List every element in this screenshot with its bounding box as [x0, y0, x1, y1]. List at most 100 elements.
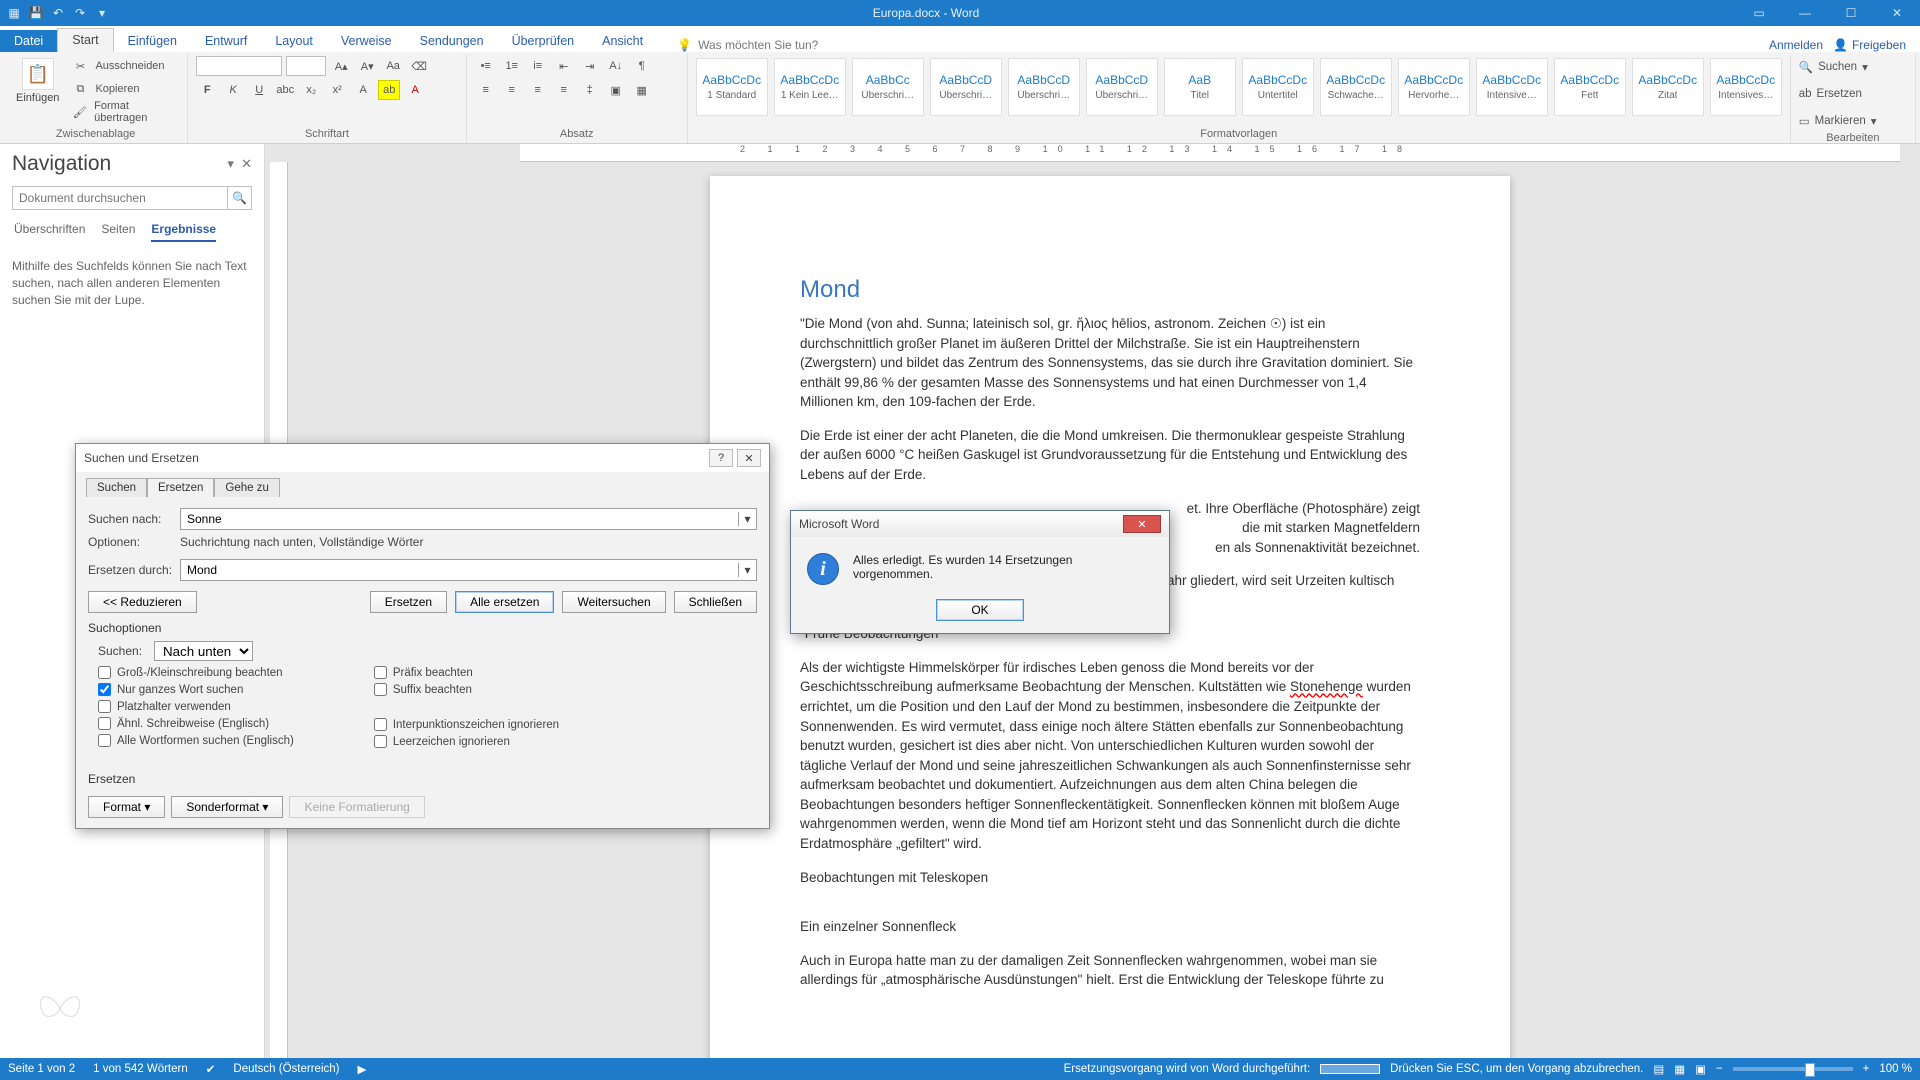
chk-match-case[interactable]: Groß-/Kleinschreibung beachten [98, 666, 294, 679]
shading-icon[interactable]: ▣ [605, 80, 627, 100]
size-combo[interactable] [286, 56, 326, 76]
status-page[interactable]: Seite 1 von 2 [8, 1063, 75, 1075]
nav-dropdown-icon[interactable]: ▾ [227, 156, 234, 171]
bold-icon[interactable]: F [196, 80, 218, 100]
style-item[interactable]: AaBbCcDcHervorhe… [1398, 58, 1470, 116]
style-item[interactable]: AaBbCcDcSchwache… [1320, 58, 1392, 116]
multilevel-icon[interactable]: i≡ [527, 56, 549, 76]
chk-sounds-like[interactable]: Ähnl. Schreibweise (Englisch) [98, 717, 294, 730]
align-left-icon[interactable]: ≡ [475, 80, 497, 100]
tab-insert[interactable]: Einfügen [114, 30, 191, 52]
grow-font-icon[interactable]: A▴ [330, 56, 352, 76]
tab-design[interactable]: Entwurf [191, 30, 261, 52]
style-item[interactable]: AaBbCcDcIntensives… [1710, 58, 1782, 116]
style-item[interactable]: AaBbCcDc1 Kein Lee… [774, 58, 846, 116]
tab-find-dlg[interactable]: Suchen [86, 478, 147, 497]
font-color-icon[interactable]: A [404, 80, 426, 100]
style-item[interactable]: AaBTitel [1164, 58, 1236, 116]
replace-input[interactable] [181, 563, 738, 577]
zoom-out-icon[interactable]: − [1716, 1063, 1723, 1075]
close-button[interactable]: Schließen [674, 591, 757, 613]
find-button[interactable]: 🔍Suchen▾ [1799, 56, 1868, 77]
nav-search[interactable]: 🔍 [12, 186, 252, 210]
tab-goto-dlg[interactable]: Gehe zu [214, 478, 279, 497]
justify-icon[interactable]: ≡ [553, 80, 575, 100]
style-gallery[interactable]: AaBbCcDc1 StandardAaBbCcDc1 Kein Lee… AaB… [696, 56, 1782, 118]
chk-wildcards[interactable]: Platzhalter verwenden [98, 700, 294, 713]
style-item[interactable]: AaBbCcDcZitat [1632, 58, 1704, 116]
style-item[interactable]: AaBbCcDcIntensive… [1476, 58, 1548, 116]
tab-mailings[interactable]: Sendungen [406, 30, 498, 52]
replace-button-dlg[interactable]: Ersetzen [370, 591, 447, 613]
text-effects-icon[interactable]: A [352, 80, 374, 100]
copy-button[interactable]: ⧉Kopieren [69, 79, 179, 99]
maximize-icon[interactable]: ☐ [1828, 0, 1874, 26]
tab-file[interactable]: Datei [0, 30, 57, 52]
style-item[interactable]: AaBbCcDc1 Standard [696, 58, 768, 116]
undo-icon[interactable]: ↶ [50, 5, 66, 21]
change-case-icon[interactable]: Aa [382, 56, 404, 76]
cut-button[interactable]: ✂Ausschneiden [69, 56, 179, 76]
nav-close-icon[interactable]: ✕ [241, 156, 252, 171]
help-icon[interactable]: ? [709, 449, 733, 467]
view-web-icon[interactable]: ▣ [1695, 1062, 1706, 1076]
close-window-icon[interactable]: ✕ [1874, 0, 1920, 26]
zoom-slider[interactable] [1733, 1067, 1853, 1071]
replace-button[interactable]: abErsetzen [1799, 83, 1862, 104]
tab-replace-dlg[interactable]: Ersetzen [147, 478, 214, 497]
select-button[interactable]: ▭Markieren▾ [1799, 110, 1877, 131]
chk-ignore-whitespace[interactable]: Leerzeichen ignorieren [374, 735, 559, 748]
clear-format-icon[interactable]: ⌫ [408, 56, 430, 76]
underline-icon[interactable]: U [248, 80, 270, 100]
sign-in[interactable]: Anmelden [1769, 38, 1823, 52]
msgbox-titlebar[interactable]: Microsoft Word ✕ [791, 511, 1169, 537]
find-next-button[interactable]: Weitersuchen [562, 591, 665, 613]
chk-word-forms[interactable]: Alle Wortformen suchen (Englisch) [98, 734, 294, 747]
tab-references[interactable]: Verweise [327, 30, 406, 52]
line-spacing-icon[interactable]: ‡ [579, 80, 601, 100]
paste-button[interactable]: 📋 Einfügen [12, 56, 63, 106]
nav-search-input[interactable] [13, 191, 227, 205]
style-item[interactable]: AaBbCcDcFett [1554, 58, 1626, 116]
view-print-icon[interactable]: ▦ [1674, 1062, 1685, 1076]
increase-indent-icon[interactable]: ⇥ [579, 56, 601, 76]
style-item[interactable]: AaBbCcDÜberschri… [930, 58, 1002, 116]
ribbon-display-icon[interactable]: ▭ [1736, 0, 1782, 26]
chk-suffix[interactable]: Suffix beachten [374, 683, 559, 696]
chk-prefix[interactable]: Präfix beachten [374, 666, 559, 679]
chevron-down-icon[interactable]: ▾ [738, 563, 756, 577]
ok-button[interactable]: OK [936, 599, 1023, 621]
tab-view[interactable]: Ansicht [588, 30, 657, 52]
status-proofing-icon[interactable]: ✔ [206, 1062, 216, 1076]
style-item[interactable]: AaBbCcDcUntertitel [1242, 58, 1314, 116]
bullets-icon[interactable]: •≡ [475, 56, 497, 76]
chevron-down-icon[interactable]: ▾ [738, 512, 756, 526]
msgbox-close-icon[interactable]: ✕ [1123, 515, 1161, 533]
minimize-icon[interactable]: — [1782, 0, 1828, 26]
view-read-icon[interactable]: ▤ [1653, 1062, 1664, 1076]
share-button[interactable]: 👤Freigeben [1833, 38, 1906, 52]
style-item[interactable]: AaBbCcDÜberschri… [1086, 58, 1158, 116]
search-icon[interactable]: 🔍 [227, 187, 251, 209]
tell-me[interactable]: 💡Was möchten Sie tun? [677, 38, 818, 52]
tab-start[interactable]: Start [57, 28, 113, 52]
nav-tab-headings[interactable]: Überschriften [14, 222, 85, 242]
qat-customize-icon[interactable]: ▾ [94, 5, 110, 21]
highlight-icon[interactable]: ab [378, 80, 400, 100]
chk-whole-word[interactable]: Nur ganzes Wort suchen [98, 683, 294, 696]
shrink-font-icon[interactable]: A▾ [356, 56, 378, 76]
special-button[interactable]: Sonderformat ▾ [171, 796, 283, 818]
tab-review[interactable]: Überprüfen [498, 30, 589, 52]
numbering-icon[interactable]: 1≡ [501, 56, 523, 76]
sort-icon[interactable]: A↓ [605, 56, 627, 76]
decrease-indent-icon[interactable]: ⇤ [553, 56, 575, 76]
format-button[interactable]: Format ▾ [88, 796, 165, 818]
status-words[interactable]: 1 von 542 Wörtern [93, 1063, 188, 1075]
close-icon[interactable]: ✕ [737, 449, 761, 467]
font-combo[interactable] [196, 56, 282, 76]
doc-link-stonehenge[interactable]: Stonehenge [1290, 679, 1363, 694]
borders-icon[interactable]: ▦ [631, 80, 653, 100]
subscript-icon[interactable]: x₂ [300, 80, 322, 100]
less-button[interactable]: << Reduzieren [88, 591, 197, 613]
nav-tab-pages[interactable]: Seiten [101, 222, 135, 242]
